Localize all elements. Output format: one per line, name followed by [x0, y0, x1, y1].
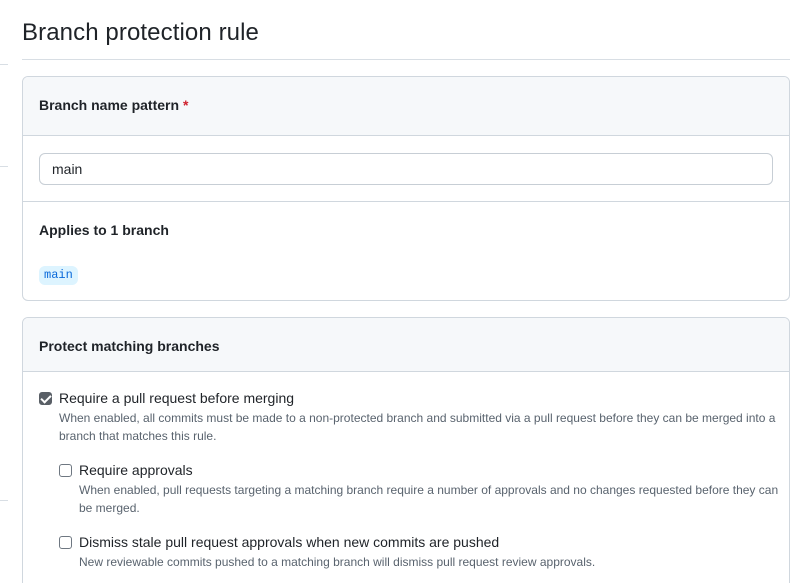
branch-protection-page: Branch protection rule Branch name patte… [0, 0, 800, 583]
edge-divider [0, 166, 8, 167]
section-divider [23, 201, 789, 202]
applies-to-label: Applies to 1 branch [39, 222, 169, 238]
branch-pattern-label-text: Branch name pattern [39, 97, 180, 113]
option-dismiss-stale-approvals: Dismiss stale pull request approvals whe… [59, 534, 779, 571]
require-approvals-checkbox[interactable] [59, 464, 72, 477]
required-marker: * [183, 97, 189, 113]
edge-divider [0, 500, 8, 501]
require-approvals-label[interactable]: Require approvals [79, 462, 779, 479]
dismiss-stale-approvals-label[interactable]: Dismiss stale pull request approvals whe… [79, 534, 595, 551]
require-pull-request-label[interactable]: Require a pull request before merging [59, 390, 779, 407]
require-pull-request-description: When enabled, all commits must be made t… [59, 411, 776, 443]
dismiss-stale-approvals-checkbox[interactable] [59, 536, 72, 549]
protect-branches-box: Protect matching branches Require a pull… [22, 317, 790, 583]
option-require-approvals: Require approvals When enabled, pull req… [59, 462, 779, 517]
require-approvals-description: When enabled, pull requests targeting a … [79, 483, 779, 515]
branch-pattern-box: Branch name pattern* Applies to 1 branch… [22, 76, 790, 301]
dismiss-stale-approvals-description: New reviewable commits pushed to a match… [79, 555, 596, 569]
option-require-pull-request: Require a pull request before merging Wh… [39, 390, 779, 445]
branch-pattern-input[interactable] [39, 153, 773, 185]
require-pull-request-checkbox[interactable] [39, 392, 52, 405]
protect-branches-title: Protect matching branches [39, 338, 220, 354]
branch-pattern-header: Branch name pattern * [23, 77, 789, 136]
title-divider [22, 59, 790, 60]
branch-pattern-label: Branch name pattern * [39, 97, 189, 113]
protect-branches-header: Protect matching branches [23, 318, 789, 372]
matched-branch-chip[interactable]: main [39, 266, 78, 285]
page-title: Branch protection rule [22, 19, 259, 46]
edge-divider [0, 64, 8, 65]
